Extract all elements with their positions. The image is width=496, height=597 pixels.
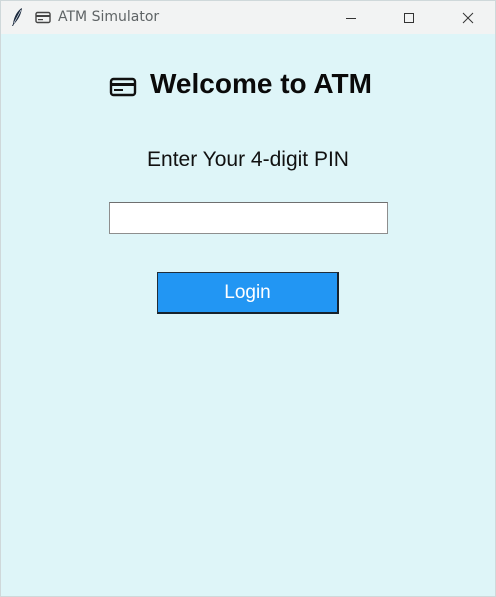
window-title: ATM Simulator bbox=[58, 9, 160, 25]
credit-card-icon bbox=[109, 77, 137, 97]
page-title: Welcome to ATM bbox=[150, 68, 372, 99]
close-button[interactable] bbox=[445, 1, 491, 34]
pin-prompt-label: Enter Your 4-digit PIN bbox=[147, 148, 349, 171]
credit-card-icon bbox=[35, 11, 51, 24]
maximize-icon bbox=[404, 12, 414, 23]
maximize-button[interactable] bbox=[386, 1, 432, 34]
page-heading: Welcome to ATM bbox=[109, 67, 372, 101]
minimize-icon bbox=[346, 17, 356, 19]
feather-icon bbox=[12, 8, 22, 26]
login-button[interactable]: Login bbox=[157, 272, 339, 314]
close-icon bbox=[462, 12, 474, 23]
title-bar[interactable]: ATM Simulator bbox=[1, 1, 495, 34]
atm-window: ATM Simulator Welcome to ATM Enter Your … bbox=[0, 0, 496, 597]
pin-input[interactable] bbox=[109, 202, 388, 234]
minimize-button[interactable] bbox=[328, 1, 374, 34]
login-panel: Welcome to ATM Enter Your 4-digit PIN Lo… bbox=[1, 34, 495, 596]
